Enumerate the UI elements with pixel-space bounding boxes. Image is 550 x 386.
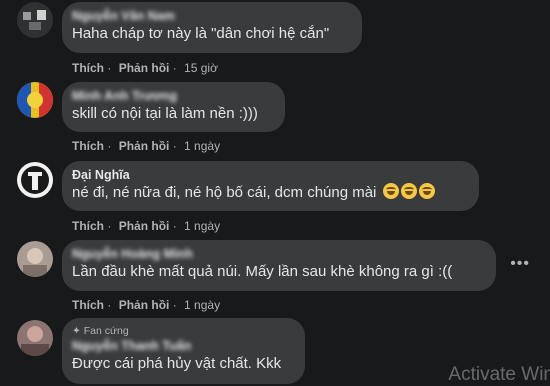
- comment-time[interactable]: 1 ngày: [184, 298, 220, 312]
- separator: ·: [172, 219, 181, 233]
- avatar[interactable]: [17, 320, 53, 356]
- like-button[interactable]: Thích: [72, 61, 104, 75]
- comment-text: né đi, né nữa đi, né hộ bố cái, dcm chún…: [72, 183, 467, 203]
- avatar[interactable]: [17, 2, 53, 38]
- comment-author[interactable]: Minh Anh Trương: [72, 88, 273, 104]
- separator: ·: [172, 61, 181, 75]
- comment-text-content: né đi, né nữa đi, né hộ bố cái, dcm chún…: [72, 184, 377, 201]
- separator: ·: [107, 219, 115, 233]
- laughing-emoji-icon: [418, 183, 435, 199]
- badge-icon: ✦: [72, 325, 81, 337]
- comment-actions: Thích · Phản hồi · 1 ngày: [72, 298, 224, 312]
- avatar[interactable]: [17, 82, 53, 118]
- badge-label: Fan cứng: [83, 325, 129, 337]
- comment-bubble: Nguyễn Hoàng Minh Lần đầu khè mất quả nú…: [62, 240, 496, 291]
- separator: ·: [107, 139, 115, 153]
- comment-text: Haha cháp tơ này là "dân chơi hệ cắn": [72, 25, 330, 42]
- comment-bubble: ✦ Fan cứng Nguyễn Thanh Tuấn Được cái ph…: [62, 318, 305, 384]
- more-options-icon[interactable]: •••: [510, 255, 530, 273]
- avatar-image: [17, 320, 53, 356]
- reply-button[interactable]: Phản hồi: [119, 139, 170, 153]
- comment-actions: Thích · Phản hồi · 15 giờ: [72, 61, 222, 75]
- laughing-emoji-icon: [382, 183, 399, 199]
- comment-actions: Thích · Phản hồi · 1 ngày: [72, 139, 224, 153]
- comment-text: Lần đầu khè mất quả núi. Mấy lần sau khè…: [72, 263, 453, 280]
- comment-time[interactable]: 1 ngày: [184, 219, 220, 233]
- comment-bubble: Nguyễn Văn Nam Haha cháp tơ này là "dân …: [62, 2, 362, 53]
- comment-time[interactable]: 1 ngày: [184, 139, 220, 153]
- comment-author[interactable]: Nguyễn Thanh Tuấn: [72, 338, 293, 354]
- separator: ·: [107, 61, 115, 75]
- comment-author[interactable]: Đại Nghĩa: [72, 167, 467, 183]
- like-button[interactable]: Thích: [72, 219, 104, 233]
- comment-text: skill có nội tại là làm nền :))): [72, 105, 258, 122]
- reply-button[interactable]: Phản hồi: [119, 219, 170, 233]
- comment-actions: Thích · Phản hồi · 1 ngày: [72, 219, 224, 233]
- separator: ·: [172, 139, 181, 153]
- comment-text: Được cái phá hủy vật chất. Kkk: [72, 355, 282, 372]
- like-button[interactable]: Thích: [72, 139, 104, 153]
- fan-badge: ✦ Fan cứng: [72, 324, 293, 338]
- separator: ·: [107, 298, 115, 312]
- reply-button[interactable]: Phản hồi: [119, 298, 170, 312]
- comment-time[interactable]: 15 giờ: [184, 61, 218, 75]
- laughing-emoji-icon: [400, 183, 417, 199]
- avatar-image: [17, 82, 53, 118]
- avatar-image: [17, 162, 53, 198]
- avatar-image: [17, 2, 53, 38]
- avatar-image: [17, 241, 53, 277]
- comment-bubble: Minh Anh Trương skill có nội tại là làm …: [62, 82, 285, 132]
- avatar[interactable]: [17, 162, 53, 198]
- reply-button[interactable]: Phản hồi: [119, 61, 170, 75]
- like-button[interactable]: Thích: [72, 298, 104, 312]
- separator: ·: [172, 298, 181, 312]
- comment-bubble: Đại Nghĩa né đi, né nữa đi, né hộ bố cái…: [62, 161, 479, 211]
- comment-author[interactable]: Nguyễn Hoàng Minh: [72, 246, 484, 262]
- windows-activation-watermark: Activate Win: [448, 364, 550, 385]
- comment-author[interactable]: Nguyễn Văn Nam: [72, 8, 350, 24]
- avatar[interactable]: [17, 241, 53, 277]
